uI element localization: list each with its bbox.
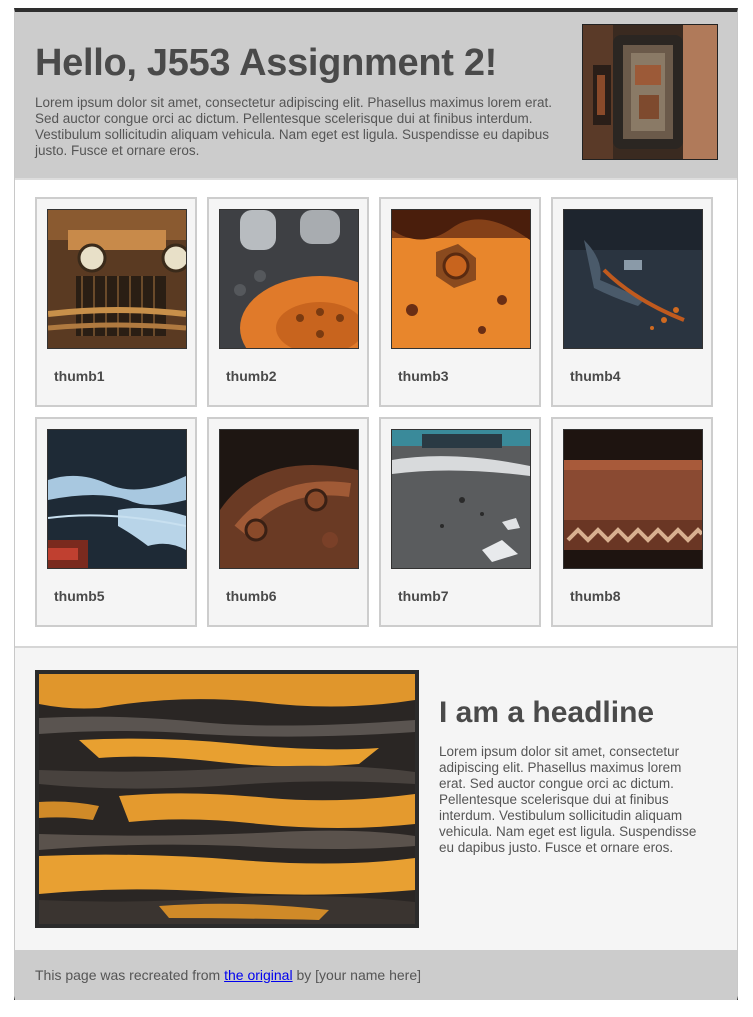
feature-headline: I am a headline [439,696,655,729]
feature-body-text: Lorem ipsum dolor sit amet, consectetur … [439,744,697,855]
header-photo-rusty-bolt [582,24,718,160]
thumbnail-image-8[interactable] [563,429,703,569]
page-footer: This page was recreated from the origina… [15,950,737,1000]
thumbnail-label-6: thumb6 [226,588,277,604]
thumbnail-card-1[interactable]: thumb1 [35,197,197,407]
thumbnail-label-1: thumb1 [54,368,105,384]
header-intro-text: Lorem ipsum dolor sit amet, consectetur … [35,95,552,158]
thumbnail-card-2[interactable]: thumb2 [207,197,369,407]
thumbnail-card-8[interactable]: thumb8 [551,417,713,627]
thumbnail-card-4[interactable]: thumb4 [551,197,713,407]
thumbnail-label-5: thumb5 [54,588,105,604]
thumbnail-card-6[interactable]: thumb6 [207,417,369,627]
thumbnail-card-5[interactable]: thumb5 [35,417,197,627]
original-link[interactable]: the original [224,967,293,983]
thumbnail-image-2[interactable] [219,209,359,349]
thumbnail-label-4: thumb4 [570,368,621,384]
thumbnail-image-1[interactable] [47,209,187,349]
page-container: Hello, J553 Assignment 2! Lorem ipsum do… [14,8,738,1000]
thumbnail-image-4[interactable] [563,209,703,349]
page-header: Hello, J553 Assignment 2! Lorem ipsum do… [15,12,737,178]
page-title: Hello, J553 Assignment 2! [35,42,498,84]
thumbnail-card-3[interactable]: thumb3 [379,197,541,407]
thumbnail-card-7[interactable]: thumb7 [379,417,541,627]
footer-credit: This page was recreated from the origina… [35,967,421,983]
thumbnail-label-7: thumb7 [398,588,449,604]
thumbnail-label-3: thumb3 [398,368,449,384]
thumbnail-label-8: thumb8 [570,588,621,604]
thumbnail-gallery: thumb1 thumb2 thumb3 thumb4 thumb5 thumb… [15,178,737,648]
thumbnail-image-6[interactable] [219,429,359,569]
thumbnail-image-7[interactable] [391,429,531,569]
feature-section: I am a headline Lorem ipsum dolor sit am… [15,648,737,950]
thumbnail-label-2: thumb2 [226,368,277,384]
thumbnail-image-3[interactable] [391,209,531,349]
footer-suffix: by [your name here] [296,967,421,983]
thumbnail-image-5[interactable] [47,429,187,569]
footer-prefix: This page was recreated from [35,967,221,983]
feature-photo-peeling-paint [35,670,419,928]
